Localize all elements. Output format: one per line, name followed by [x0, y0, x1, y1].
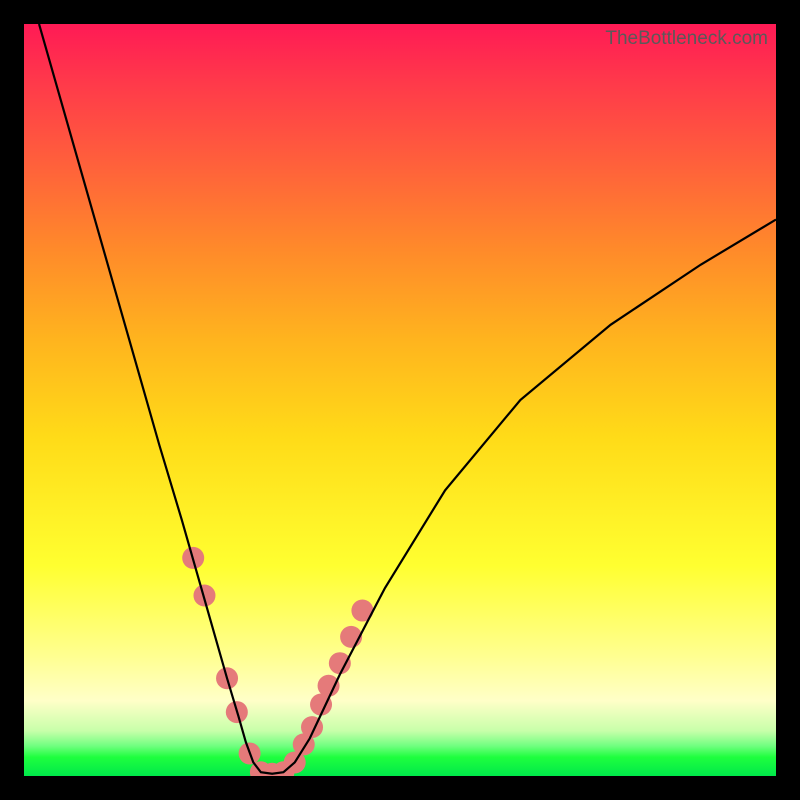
chart-plot-area: TheBottleneck.com	[24, 24, 776, 776]
marker-layer	[182, 547, 373, 776]
bottleneck-curve	[39, 24, 776, 774]
marker-dot	[329, 652, 351, 674]
chart-svg	[24, 24, 776, 776]
chart-frame: TheBottleneck.com	[0, 0, 800, 800]
marker-dot	[318, 675, 340, 697]
